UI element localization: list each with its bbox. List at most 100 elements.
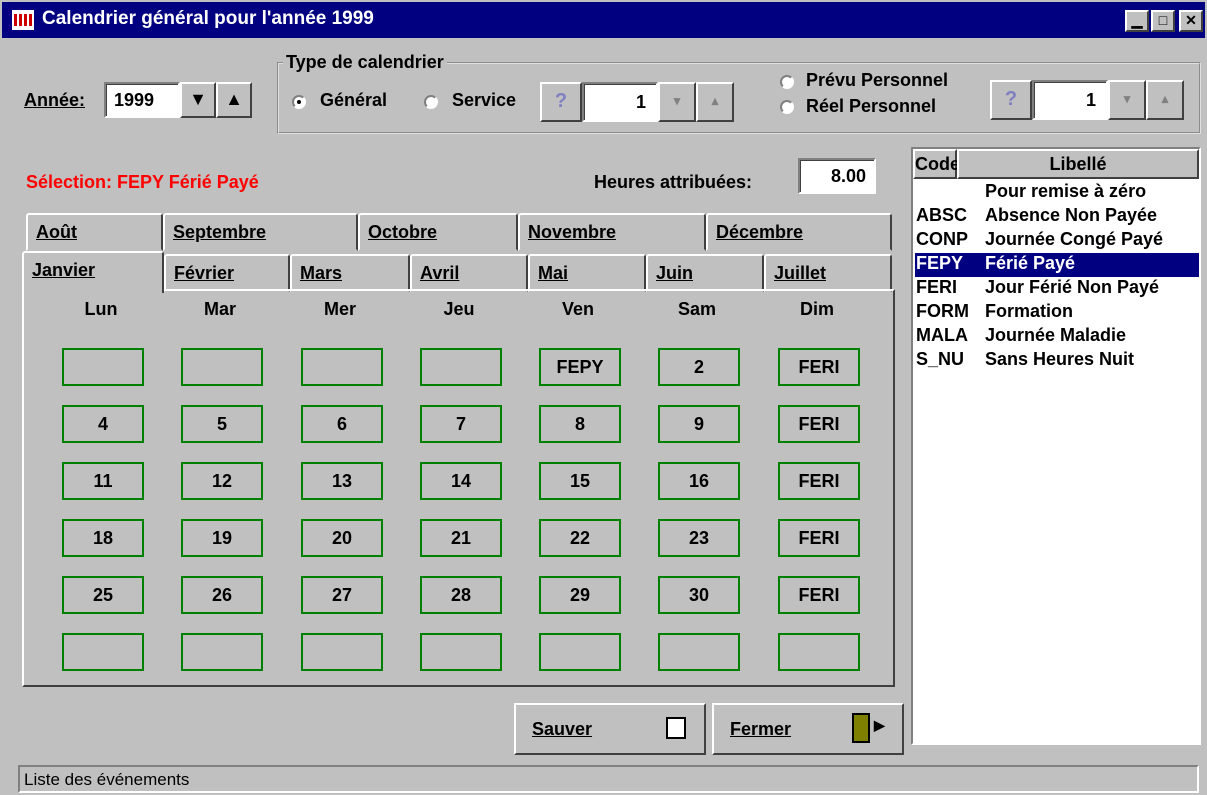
calendar-day-cell[interactable]: 8 <box>539 405 621 443</box>
tab-juin[interactable]: Juin <box>646 254 764 292</box>
personnel-prev-button[interactable]: ▴ <box>1146 80 1184 120</box>
calendar-day-cell[interactable] <box>539 633 621 671</box>
help-icon: ? <box>1004 88 1018 110</box>
calendar-day-cell[interactable]: 30 <box>658 576 740 614</box>
calendar-day-cell[interactable]: 13 <box>301 462 383 500</box>
service-prev-button[interactable]: ▴ <box>696 82 734 122</box>
calendar-day-cell[interactable]: 9 <box>658 405 740 443</box>
title-bar[interactable]: Calendrier général pour l'année 1999 ▁ □… <box>2 2 1205 38</box>
libelle-column-header[interactable]: Libellé <box>957 149 1199 179</box>
tab-avril[interactable]: Avril <box>410 254 528 292</box>
radio-reel-label: Réel Personnel <box>806 96 937 116</box>
year-field[interactable]: 1999 <box>104 82 180 118</box>
service-number-field[interactable]: 1 <box>582 82 658 122</box>
minimize-icon: ▁ <box>1131 12 1143 28</box>
calendar-day-cell[interactable]: 11 <box>62 462 144 500</box>
tab-octobre[interactable]: Octobre <box>358 213 518 251</box>
calendar-day-cell[interactable] <box>420 633 502 671</box>
tab-decembre[interactable]: Décembre <box>706 213 892 251</box>
code-column-header[interactable]: Code <box>913 149 960 179</box>
calendar-day-cell[interactable]: 19 <box>181 519 263 557</box>
radio-prevu-personnel[interactable] <box>780 75 794 89</box>
year-label: Année: <box>24 90 86 110</box>
hours-field[interactable]: 8.00 <box>798 158 876 194</box>
event-list-row[interactable]: Pour remise à zéro <box>915 181 1199 205</box>
tab-juillet[interactable]: Juillet <box>764 254 892 292</box>
tab-janvier[interactable]: Janvier <box>22 251 164 293</box>
event-libelle: Férié Payé <box>985 253 1076 273</box>
event-list-row[interactable]: S_NU Sans Heures Nuit <box>915 349 1199 373</box>
calendar-day-cell[interactable]: 20 <box>301 519 383 557</box>
calendar-day-cell[interactable]: 5 <box>181 405 263 443</box>
calendar-day-cell[interactable]: FERI <box>778 462 860 500</box>
tab-septembre[interactable]: Septembre <box>163 213 358 251</box>
tab-aout[interactable]: Août <box>26 213 163 251</box>
personnel-number-field[interactable]: 1 <box>1032 80 1108 120</box>
close-button[interactable]: Fermer ▶ <box>712 703 904 755</box>
radio-general[interactable] <box>292 95 306 109</box>
event-code: FERI <box>916 277 958 297</box>
personnel-lookup-button[interactable]: ? <box>990 80 1032 120</box>
service-lookup-button[interactable]: ? <box>540 82 582 122</box>
radio-reel-personnel[interactable] <box>780 100 794 114</box>
calendar-day-cell[interactable]: 15 <box>539 462 621 500</box>
year-up-button[interactable]: ▲ <box>216 82 252 118</box>
calendar-day-cell[interactable] <box>181 348 263 386</box>
calendar-day-cell[interactable] <box>301 633 383 671</box>
service-next-button[interactable]: ▾ <box>658 82 696 122</box>
calendar-day-cell[interactable]: FERI <box>778 405 860 443</box>
calendar-day-cell[interactable] <box>301 348 383 386</box>
calendar-day-cell[interactable] <box>778 633 860 671</box>
tab-novembre[interactable]: Novembre <box>518 213 706 251</box>
calendar-day-cell[interactable]: 29 <box>539 576 621 614</box>
weekday-header: Ven <box>561 299 595 319</box>
save-button[interactable]: Sauver <box>514 703 706 755</box>
close-window-button[interactable]: ✕ <box>1179 10 1203 32</box>
calendar-day-cell[interactable]: FERI <box>778 576 860 614</box>
calendar-day-cell[interactable]: FERI <box>778 519 860 557</box>
calendar-day-cell[interactable]: 18 <box>62 519 144 557</box>
tab-mai[interactable]: Mai <box>528 254 646 292</box>
tab-mars[interactable]: Mars <box>290 254 410 292</box>
calendar-day-cell[interactable]: 2 <box>658 348 740 386</box>
minimize-button[interactable]: ▁ <box>1125 10 1149 32</box>
radio-service[interactable] <box>424 95 438 109</box>
personnel-next-button[interactable]: ▾ <box>1108 80 1146 120</box>
arrow-down-small-icon: ▾ <box>673 93 681 108</box>
calendar-day-cell[interactable]: 7 <box>420 405 502 443</box>
maximize-button[interactable]: □ <box>1151 10 1175 32</box>
calendar-day-cell[interactable]: 21 <box>420 519 502 557</box>
calendar-day-cell[interactable]: 12 <box>181 462 263 500</box>
event-list[interactable]: Code Libellé Pour remise à zéro ABSC Absen… <box>911 147 1201 745</box>
event-list-row[interactable]: MALA Journée Maladie <box>915 325 1199 349</box>
event-list-row[interactable]: CONP Journée Congé Payé <box>915 229 1199 253</box>
event-list-row[interactable]: FORM Formation <box>915 301 1199 325</box>
calendar-day-cell[interactable]: 22 <box>539 519 621 557</box>
year-down-button[interactable]: ▼ <box>180 82 216 118</box>
tab-fevrier[interactable]: Février <box>164 254 290 292</box>
help-icon: ? <box>554 90 568 112</box>
calendar-day-cell[interactable]: 27 <box>301 576 383 614</box>
calendar-day-cell[interactable]: 4 <box>62 405 144 443</box>
calendar-day-cell[interactable] <box>420 348 502 386</box>
calendar-day-cell[interactable]: 25 <box>62 576 144 614</box>
calendar-day-cell[interactable] <box>658 633 740 671</box>
calendar-day-cell[interactable]: 16 <box>658 462 740 500</box>
calendar-day-cell[interactable]: 14 <box>420 462 502 500</box>
calendar-day-cell[interactable] <box>181 633 263 671</box>
event-code: FORM <box>916 301 969 321</box>
calendar-day-cell[interactable] <box>62 348 144 386</box>
event-list-row[interactable]: FEPY Férié Payé <box>915 253 1199 277</box>
calendar-day-cell[interactable]: 6 <box>301 405 383 443</box>
calendar-day-cell[interactable] <box>62 633 144 671</box>
event-list-row[interactable]: FERI Jour Férié Non Payé <box>915 277 1199 301</box>
calendar-day-cell[interactable]: FEPY <box>539 348 621 386</box>
calendar-day-cell[interactable]: 28 <box>420 576 502 614</box>
event-list-row[interactable]: ABSC Absence Non Payée <box>915 205 1199 229</box>
calendar-day-cell[interactable]: 23 <box>658 519 740 557</box>
calendar-day-cell[interactable]: FERI <box>778 348 860 386</box>
arrow-down-small-icon: ▾ <box>1123 91 1131 106</box>
calendar-day-cell[interactable]: 26 <box>181 576 263 614</box>
weekday-header: Lun <box>84 299 118 319</box>
event-code: ABSC <box>916 205 968 225</box>
